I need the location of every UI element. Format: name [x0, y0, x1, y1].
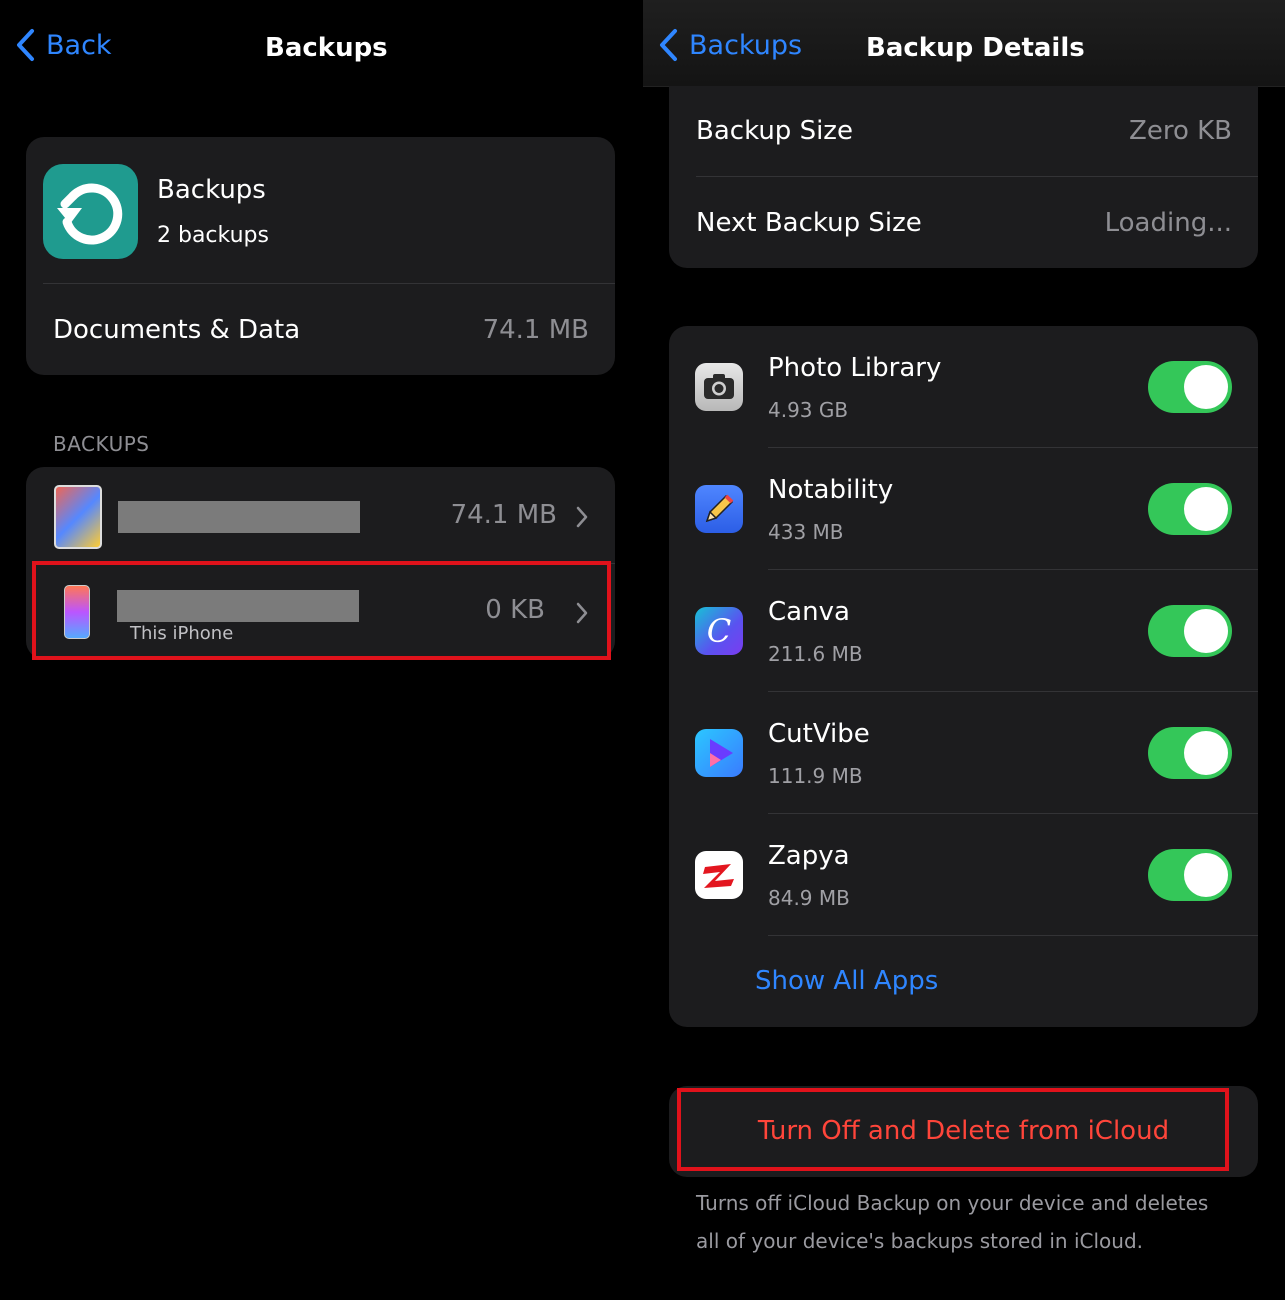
app-size: 433 MB — [768, 520, 844, 544]
backup-size-value: Zero KB — [1129, 116, 1232, 146]
backup-size-label: Backup Size — [696, 116, 853, 146]
back-label: Back — [46, 29, 112, 61]
toggle-knob — [1184, 365, 1228, 409]
divider — [768, 569, 1258, 570]
photo-library-toggle[interactable] — [1148, 361, 1232, 413]
chevron-right-icon — [576, 506, 588, 528]
documents-data-value: 74.1 MB — [482, 315, 589, 345]
ipad-device-icon — [54, 485, 102, 549]
back-button[interactable]: Backups — [657, 28, 802, 62]
divider — [768, 935, 1258, 936]
toggle-knob — [1184, 609, 1228, 653]
chevron-left-icon — [660, 29, 677, 61]
section-header: BACKUPS — [53, 432, 150, 456]
next-backup-size-value: Loading... — [1104, 208, 1232, 238]
backup-details-screen: Backups Backup Details Backup Size Zero … — [643, 0, 1285, 1300]
divider — [768, 691, 1258, 692]
chevron-left-icon — [17, 29, 34, 61]
zapya-toggle[interactable] — [1148, 849, 1232, 901]
app-name: Notability — [768, 475, 894, 505]
nav-bar: Back Backups — [0, 0, 641, 86]
highlight-box — [32, 561, 611, 660]
apps-card: Photo Library 4.93 GB Notability 433 MB … — [669, 326, 1258, 1027]
redacted-device-name — [118, 501, 360, 533]
notability-icon — [695, 485, 743, 533]
divider — [768, 813, 1258, 814]
canva-toggle[interactable] — [1148, 605, 1232, 657]
canva-icon: C — [695, 607, 743, 655]
notability-toggle[interactable] — [1148, 483, 1232, 535]
toggle-knob — [1184, 853, 1228, 897]
app-size: 4.93 GB — [768, 398, 849, 422]
size-card: Backup Size Zero KB Next Backup Size Loa… — [669, 86, 1258, 268]
backups-summary-card: Backups 2 backups Documents & Data 74.1 … — [26, 137, 615, 375]
app-size: 84.9 MB — [768, 886, 850, 910]
next-backup-size-label: Next Backup Size — [696, 208, 922, 238]
divider — [696, 176, 1258, 177]
cutvibe-icon — [695, 729, 743, 777]
documents-data-label: Documents & Data — [53, 315, 301, 345]
cutvibe-toggle[interactable] — [1148, 727, 1232, 779]
toggle-knob — [1184, 487, 1228, 531]
app-size: 211.6 MB — [768, 642, 863, 666]
back-button[interactable]: Back — [14, 28, 112, 62]
backup-restore-icon — [43, 164, 138, 259]
app-name: CutVibe — [768, 719, 870, 749]
divider — [768, 447, 1258, 448]
page-title: Backups — [265, 33, 388, 63]
svg-text:C: C — [707, 612, 731, 650]
back-label: Backups — [689, 29, 803, 61]
app-name: Canva — [768, 597, 850, 627]
footer-note: Turns off iCloud Backup on your device a… — [696, 1191, 1209, 1253]
show-all-apps-link[interactable]: Show All Apps — [755, 966, 938, 996]
app-name: Zapya — [768, 841, 850, 871]
toggle-knob — [1184, 731, 1228, 775]
camera-icon — [695, 363, 743, 411]
app-size: 111.9 MB — [768, 764, 863, 788]
zapya-icon — [695, 851, 743, 899]
backup-item-1[interactable]: 74.1 MB — [26, 467, 615, 563]
highlight-box — [677, 1088, 1229, 1171]
backups-screen: Back Backups Backups 2 backups Documents… — [0, 0, 641, 1300]
summary-count: 2 backups — [157, 223, 269, 248]
app-name: Photo Library — [768, 353, 942, 383]
backup-size: 74.1 MB — [450, 500, 557, 530]
page-title: Backup Details — [866, 33, 1085, 63]
divider — [43, 283, 615, 284]
nav-bar: Backups Backup Details — [643, 0, 1285, 87]
summary-name: Backups — [157, 175, 266, 205]
